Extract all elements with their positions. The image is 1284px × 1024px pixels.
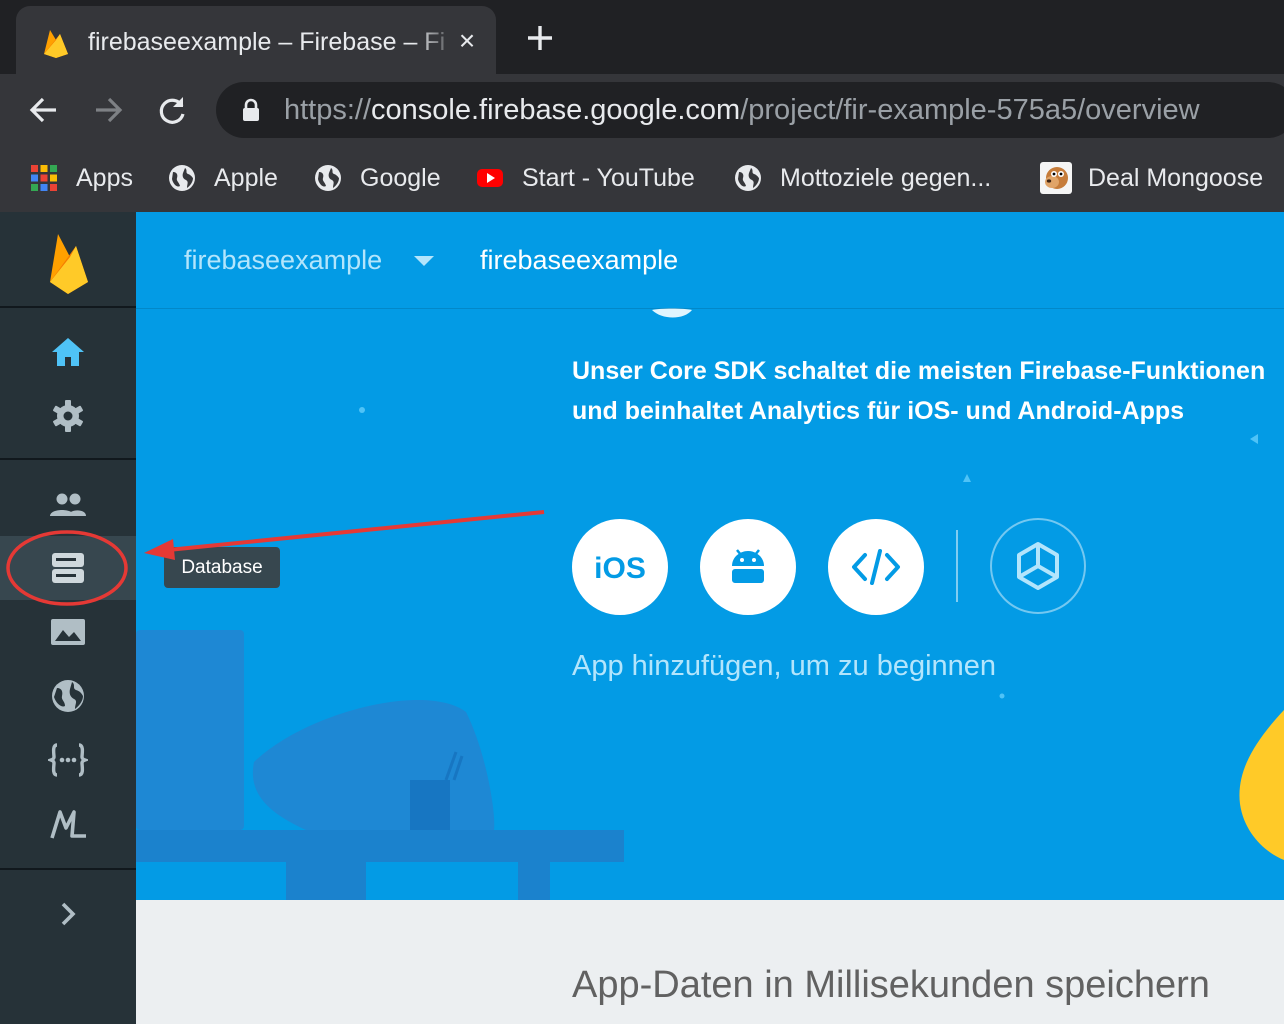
browser-toolbar: https://console.firebase.google.com/proj… (0, 74, 1284, 146)
project-header: firebaseexample firebaseexample (136, 212, 1284, 309)
nav-hosting[interactable] (0, 664, 136, 728)
rail-divider (0, 306, 136, 308)
bookmark-deal-mongoose[interactable]: Deal Mongoose (1040, 160, 1263, 196)
dropdown-caret-icon[interactable] (414, 256, 434, 266)
add-unity-app-button[interactable] (990, 518, 1086, 614)
nav-database[interactable] (0, 536, 136, 600)
platform-divider (956, 530, 958, 602)
forward-arrow-icon[interactable] (90, 92, 126, 128)
apps-grid-icon (31, 165, 57, 191)
home-icon (52, 338, 84, 366)
nav-expand[interactable] (0, 882, 136, 946)
project-overview: firebaseexample firebaseexample Unser Co… (136, 212, 1284, 1024)
svg-text:iOS: iOS (594, 552, 646, 585)
nav-settings[interactable] (0, 384, 136, 448)
firebase-logo-icon[interactable] (0, 212, 136, 306)
bookmarks-bar: Apps Apple Google Start - YouTube Mottoz… (0, 146, 1284, 212)
lock-icon (243, 98, 259, 121)
android-icon (732, 549, 764, 583)
code-icon (852, 549, 900, 585)
users-icon (50, 493, 86, 516)
bookmark-label: Deal Mongoose (1088, 163, 1264, 192)
bookmark-label: Apple (214, 163, 278, 192)
mongoose-icon (1040, 162, 1072, 194)
rail-divider (0, 458, 136, 460)
rail-divider (0, 868, 136, 870)
bookmark-label: Mottoziele gegen... (780, 163, 992, 192)
bookmark-label: Start - YouTube (522, 163, 695, 192)
add-ios-app-button[interactable]: iOS (572, 519, 668, 615)
firebase-favicon-icon (44, 30, 68, 58)
bookmark-apps[interactable]: Apps (30, 160, 133, 196)
tab-title: firebaseexample – Firebase – Fi (88, 28, 446, 56)
add-app-hint: App hinzufügen, um zu beginnen (572, 650, 997, 682)
close-icon[interactable]: × (452, 26, 482, 56)
bookmark-label: Google (360, 163, 441, 192)
add-android-app-button[interactable] (700, 519, 796, 615)
settings-icon (53, 400, 83, 432)
back-arrow-icon[interactable] (26, 92, 62, 128)
bookmark-label: Apps (76, 163, 133, 192)
globe-icon (169, 165, 195, 191)
globe-icon (735, 165, 761, 191)
youtube-icon (477, 169, 503, 187)
bookmark-google[interactable]: Google (314, 160, 441, 196)
browser-tab[interactable]: firebaseexample – Firebase – Fi × (16, 6, 496, 74)
url-text: https://console.firebase.google.com/proj… (284, 94, 1200, 126)
functions-icon (48, 743, 88, 777)
nav-ml-kit[interactable] (0, 792, 136, 856)
image-icon (51, 619, 85, 645)
section-title: App-Daten in Millisekunden speichern (572, 964, 1210, 1006)
address-bar[interactable]: https://console.firebase.google.com/proj… (216, 82, 1284, 138)
reload-icon[interactable] (154, 92, 190, 128)
hero-description-line-2: und beinhaltet Analytics für iOS- und An… (572, 397, 1185, 425)
project-name: firebaseexample (480, 245, 679, 275)
unity-icon (1017, 542, 1059, 590)
ml-icon (50, 810, 86, 839)
bookmark-youtube[interactable]: Start - YouTube (476, 160, 695, 196)
firebase-nav-rail (0, 212, 136, 1024)
tab-strip: firebaseexample – Firebase – Fi × (0, 0, 1284, 74)
nav-functions[interactable] (0, 728, 136, 792)
nav-storage[interactable] (0, 600, 136, 664)
chevron-right-icon (61, 902, 76, 926)
nav-home[interactable] (0, 320, 136, 384)
database-tooltip: Database (164, 547, 280, 588)
features-section: App-Daten in Millisekunden speichern (136, 900, 1284, 1024)
bookmark-mottoziele[interactable]: Mottoziele gegen... (734, 160, 991, 196)
add-web-app-button[interactable] (828, 519, 924, 615)
globe-icon (315, 165, 341, 191)
project-selector[interactable]: firebaseexample (184, 242, 382, 278)
bookmark-apple[interactable]: Apple (168, 160, 278, 196)
plus-icon[interactable] (524, 22, 556, 54)
database-icon (52, 553, 84, 583)
nav-authentication[interactable] (0, 472, 136, 536)
ios-icon: iOS (594, 552, 646, 585)
hero-description-line-1: Unser Core SDK schaltet die meisten Fire… (572, 357, 1266, 385)
globe-icon (52, 680, 84, 712)
